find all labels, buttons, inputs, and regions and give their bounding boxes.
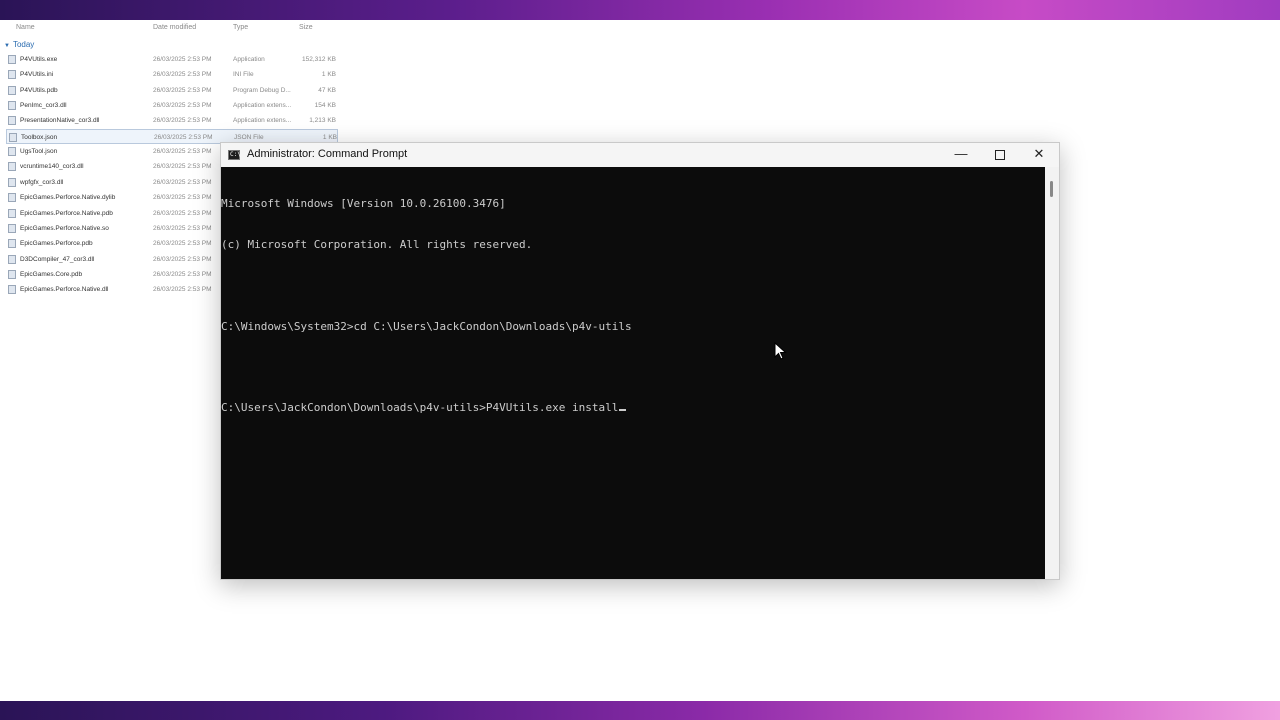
file-name: wpfgfx_cor3.dll xyxy=(20,178,64,186)
file-date: 26/03/2025 2:53 PM xyxy=(153,117,212,125)
file-name: EpicGames.Perforce.Native.pdb xyxy=(20,209,113,217)
file-name: EpicGames.Perforce.Native.dll xyxy=(20,286,109,294)
file-icon xyxy=(8,147,16,157)
file-type: JSON File xyxy=(234,133,264,141)
terminal-output[interactable]: Microsoft Windows [Version 10.0.26100.34… xyxy=(221,167,1045,579)
file-icon xyxy=(8,101,16,111)
file-type: INI File xyxy=(233,71,254,79)
column-headers: Name Date modified Type Size xyxy=(0,24,340,36)
chevron-down-icon: ▼ xyxy=(4,43,10,49)
file-name: D3DCompiler_47_cor3.dll xyxy=(20,255,95,263)
file-size: 1,213 KB xyxy=(309,117,336,125)
file-date: 26/03/2025 2:53 PM xyxy=(153,224,212,232)
scrollbar-thumb[interactable] xyxy=(1050,181,1053,197)
file-date: 26/03/2025 2:53 PM xyxy=(153,255,212,263)
file-type: Application extens... xyxy=(233,117,292,125)
text-cursor xyxy=(619,409,627,412)
vertical-scrollbar[interactable] xyxy=(1045,167,1059,579)
file-date: 26/03/2025 2:53 PM xyxy=(153,163,212,171)
terminal-line: (c) Microsoft Corporation. All rights re… xyxy=(221,237,533,251)
file-icon xyxy=(8,177,16,187)
file-date: 26/03/2025 2:53 PM xyxy=(153,86,212,94)
file-row[interactable]: PresentationNative_cor3.dll 26/03/2025 2:… xyxy=(6,113,338,128)
minimize-button[interactable]: — xyxy=(941,143,981,167)
file-row[interactable]: PenImc_cor3.dll 26/03/2025 2:53 PM Applica… xyxy=(6,98,338,113)
file-icon xyxy=(8,254,16,264)
file-date: 26/03/2025 2:53 PM xyxy=(153,194,212,202)
file-icon xyxy=(9,132,17,142)
file-name: vcruntime140_cor3.dll xyxy=(20,163,84,171)
file-type: Application extens... xyxy=(233,102,292,110)
file-name: PenImc_cor3.dll xyxy=(20,102,67,110)
file-icon xyxy=(8,85,16,95)
terminal-command: C:\Users\JackCondon\Downloads\p4v-utils>… xyxy=(221,401,619,415)
file-type: Application xyxy=(233,56,265,63)
close-button[interactable]: ✕ xyxy=(1019,143,1059,167)
file-name: P4VUtils.ini xyxy=(20,71,54,79)
file-size: 152,312 KB xyxy=(302,56,336,63)
group-header-today[interactable]: ▼ Today xyxy=(4,40,34,49)
mouse-pointer-icon xyxy=(774,342,787,360)
desktop-taskbar-strip xyxy=(0,701,1280,720)
file-date: 26/03/2025 2:53 PM xyxy=(153,56,212,63)
file-row[interactable]: P4VUtils.exe 26/03/2025 2:53 PM Applicatio… xyxy=(6,52,338,67)
file-icon xyxy=(8,208,16,218)
file-name: P4VUtils.pdb xyxy=(20,86,58,94)
file-date: 26/03/2025 2:53 PM xyxy=(153,286,212,294)
file-date: 26/03/2025 2:53 PM xyxy=(153,102,212,110)
desktop-wallpaper-top xyxy=(0,0,1280,20)
file-name: EpicGames.Perforce.pdb xyxy=(20,240,93,248)
file-size: 154 KB xyxy=(314,102,336,110)
file-date: 26/03/2025 2:53 PM xyxy=(153,71,212,79)
file-date: 26/03/2025 2:53 PM xyxy=(154,133,213,141)
file-name: EpicGames.Perforce.Native.so xyxy=(20,224,109,232)
title-bar[interactable]: C:\ Administrator: Command Prompt — ✕ xyxy=(221,143,1059,167)
column-header-size[interactable]: Size xyxy=(299,24,313,31)
column-header-type[interactable]: Type xyxy=(233,24,248,31)
file-name: PresentationNative_cor3.dll xyxy=(20,117,100,125)
file-name: EpicGames.Core.pdb xyxy=(20,270,83,278)
file-date: 26/03/2025 2:53 PM xyxy=(153,178,212,186)
command-prompt-window[interactable]: C:\ Administrator: Command Prompt — ✕ Mi… xyxy=(220,142,1060,580)
file-date: 26/03/2025 2:53 PM xyxy=(153,270,212,278)
terminal-icon: C:\ xyxy=(228,150,241,160)
maximize-button[interactable] xyxy=(980,143,1020,167)
file-icon xyxy=(8,193,16,203)
column-header-name[interactable]: Name xyxy=(16,24,35,31)
file-icon xyxy=(8,285,16,295)
file-date: 26/03/2025 2:53 PM xyxy=(153,240,212,248)
terminal-prompt-line[interactable]: C:\Users\JackCondon\Downloads\p4v-utils>… xyxy=(221,401,1045,415)
file-type: Program Debug D... xyxy=(233,86,291,94)
group-label: Today xyxy=(12,40,35,49)
file-icon xyxy=(8,116,16,126)
minimize-icon: — xyxy=(954,146,968,161)
file-size: 1 KB xyxy=(321,71,336,79)
file-name: P4VUtils.exe xyxy=(20,56,58,63)
maximize-icon xyxy=(995,150,1005,160)
file-icon xyxy=(8,269,16,279)
column-header-date[interactable]: Date modified xyxy=(153,24,196,31)
file-name: Toolbox.json xyxy=(21,133,58,141)
file-icon xyxy=(8,55,16,64)
file-name: EpicGames.Perforce.Native.dylib xyxy=(20,194,116,202)
file-name: UgsTool.json xyxy=(20,148,58,156)
file-date: 26/03/2025 2:53 PM xyxy=(153,148,212,156)
file-size: 47 KB xyxy=(318,86,336,94)
file-row[interactable]: P4VUtils.ini 26/03/2025 2:53 PM INI File 1 … xyxy=(6,67,338,82)
file-icon xyxy=(8,239,16,249)
file-icon xyxy=(8,223,16,233)
terminal-line: C:\Windows\System32>cd C:\Users\JackCond… xyxy=(221,319,632,333)
file-icon xyxy=(8,70,16,80)
window-title: Administrator: Command Prompt xyxy=(247,148,408,160)
terminal-line: Microsoft Windows [Version 10.0.26100.34… xyxy=(221,197,506,211)
file-size: 1 KB xyxy=(322,133,337,141)
close-icon: ✕ xyxy=(1033,146,1045,161)
file-row[interactable]: P4VUtils.pdb 26/03/2025 2:53 PM Program De… xyxy=(6,83,338,98)
file-icon xyxy=(8,162,16,172)
file-date: 26/03/2025 2:53 PM xyxy=(153,209,212,217)
